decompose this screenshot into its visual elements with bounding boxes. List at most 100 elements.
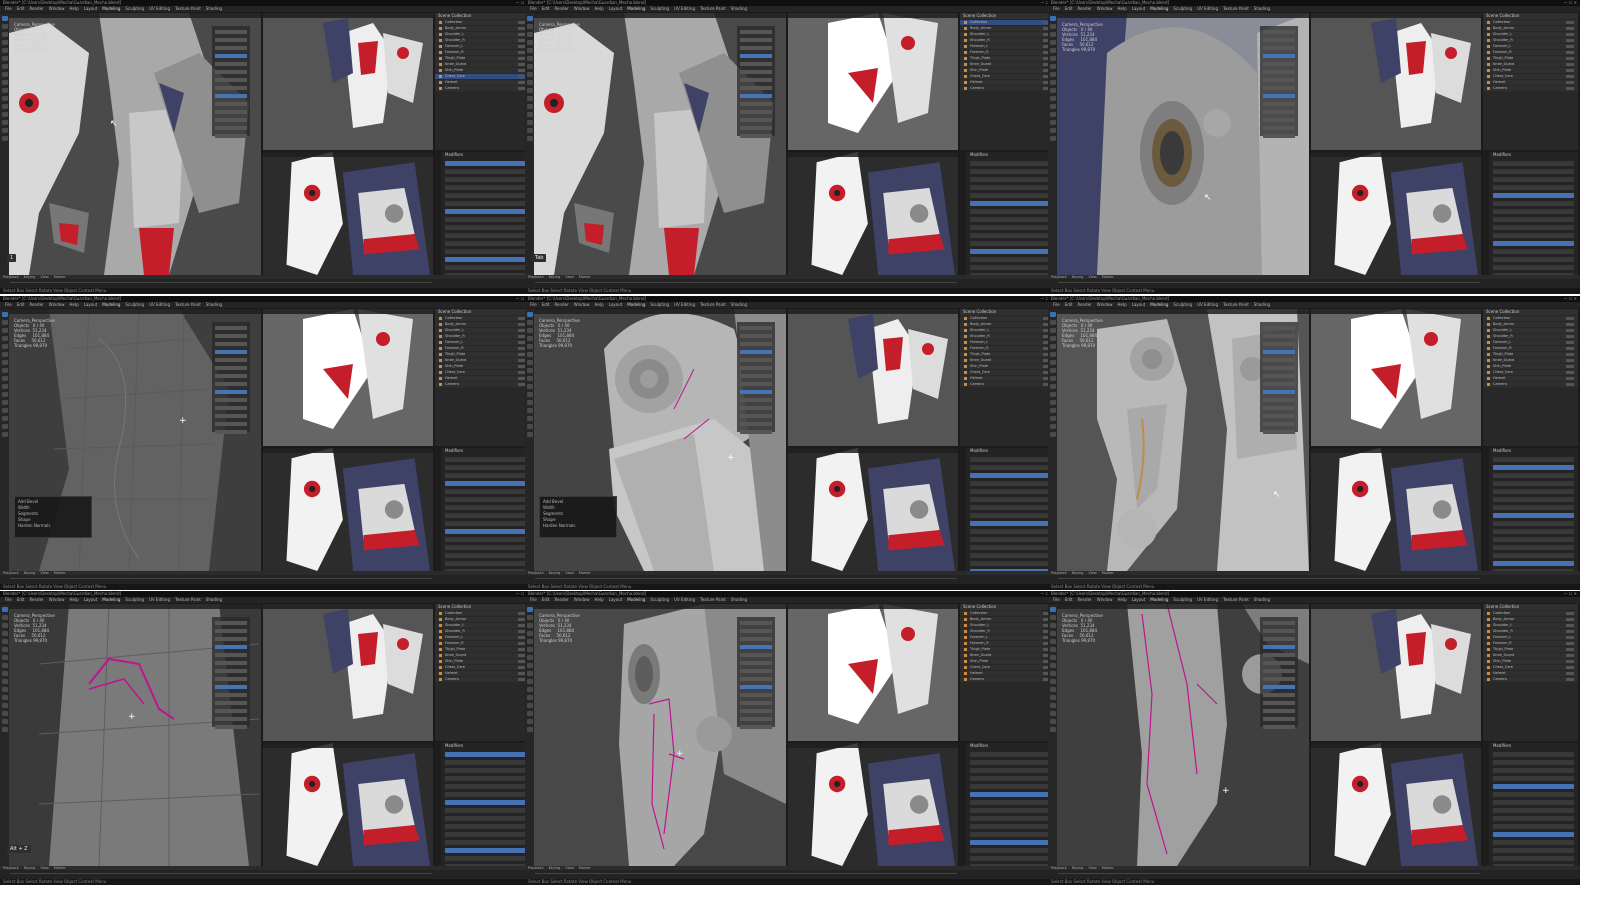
timeline-menu[interactable]: Playback bbox=[528, 275, 544, 279]
n-panel-field[interactable] bbox=[215, 326, 247, 330]
tool-icon[interactable] bbox=[526, 24, 533, 29]
tool-icon[interactable] bbox=[1, 120, 8, 125]
outliner-item[interactable]: Shoulder_R bbox=[1483, 38, 1578, 43]
menu-file[interactable]: File bbox=[5, 6, 12, 11]
n-panel-field[interactable] bbox=[215, 334, 247, 338]
menu-help[interactable]: Help bbox=[594, 6, 603, 11]
n-panel-field[interactable] bbox=[1263, 350, 1295, 354]
property-field[interactable] bbox=[445, 840, 526, 845]
properties-tabs[interactable] bbox=[435, 448, 441, 571]
workspace-tab-texture-paint[interactable]: Texture Paint bbox=[175, 597, 201, 602]
n-panel-field[interactable] bbox=[215, 725, 247, 729]
property-field[interactable] bbox=[445, 856, 526, 861]
property-field[interactable] bbox=[970, 457, 1051, 462]
property-field[interactable] bbox=[1493, 177, 1574, 182]
menu-render[interactable]: Render bbox=[29, 6, 43, 11]
n-panel-field[interactable] bbox=[215, 126, 247, 130]
n-panel-field[interactable] bbox=[740, 701, 772, 705]
workspace-tab-modeling[interactable]: Modeling bbox=[1150, 597, 1168, 602]
outliner-item[interactable]: Shoulder_R bbox=[1483, 629, 1578, 634]
outliner-item[interactable]: Forearm_L bbox=[1483, 44, 1578, 49]
outliner-item[interactable]: Shin_Plate bbox=[1483, 68, 1578, 73]
property-field[interactable] bbox=[445, 760, 526, 765]
tool-icon[interactable] bbox=[526, 16, 533, 21]
n-panel-field[interactable] bbox=[1263, 102, 1295, 106]
reference-viewport-top[interactable] bbox=[788, 309, 958, 446]
timeline-menu[interactable]: View bbox=[1088, 275, 1096, 279]
tool-icon[interactable] bbox=[526, 631, 533, 636]
n-panel-field[interactable] bbox=[740, 94, 772, 98]
outliner-item[interactable]: Forearm_R bbox=[435, 50, 530, 55]
tool-icon[interactable] bbox=[1, 727, 8, 732]
workspace-tab-uv-editing[interactable]: UV Editing bbox=[674, 6, 695, 11]
tool-icon[interactable] bbox=[526, 312, 533, 317]
tool-icon[interactable] bbox=[1, 376, 8, 381]
tool-icon[interactable] bbox=[1049, 344, 1056, 349]
property-field[interactable] bbox=[445, 249, 526, 254]
tool-icon[interactable] bbox=[526, 352, 533, 357]
workspace-tab-shading[interactable]: Shading bbox=[731, 302, 747, 307]
property-field[interactable] bbox=[445, 521, 526, 526]
property-field[interactable] bbox=[445, 241, 526, 246]
tool-icon[interactable] bbox=[1049, 679, 1056, 684]
tool-icon[interactable] bbox=[1049, 663, 1056, 668]
n-panel-field[interactable] bbox=[215, 637, 247, 641]
outliner-item[interactable]: Shoulder_L bbox=[1483, 623, 1578, 628]
timeline-editor[interactable]: Playback Keying View Marker bbox=[1048, 275, 1580, 288]
outliner-item[interactable]: Shoulder_R bbox=[435, 334, 530, 339]
workspace-tab-shading[interactable]: Shading bbox=[1254, 302, 1270, 307]
property-field[interactable] bbox=[1493, 848, 1574, 853]
menu-edit[interactable]: Edit bbox=[542, 302, 550, 307]
outliner-item[interactable]: Shoulder_R bbox=[960, 629, 1055, 634]
property-field[interactable] bbox=[1493, 233, 1574, 238]
n-panel-field[interactable] bbox=[1263, 709, 1295, 713]
tool-icon[interactable] bbox=[1, 16, 8, 21]
tool-icon[interactable] bbox=[1, 96, 8, 101]
timeline-menu[interactable]: Marker bbox=[54, 866, 66, 870]
n-panel-field[interactable] bbox=[1263, 701, 1295, 705]
outliner-item[interactable]: Thigh_Plate bbox=[435, 647, 530, 652]
menu-render[interactable]: Render bbox=[554, 6, 568, 11]
tool-icon[interactable] bbox=[1, 48, 8, 53]
n-panel-field[interactable] bbox=[740, 334, 772, 338]
property-field[interactable] bbox=[970, 537, 1051, 542]
n-panel-field[interactable] bbox=[1263, 94, 1295, 98]
property-field[interactable] bbox=[970, 513, 1051, 518]
visibility-toggle-icon[interactable] bbox=[1566, 666, 1574, 669]
n-panel-field[interactable] bbox=[215, 134, 247, 138]
outliner-item[interactable]: Body_Armor bbox=[1483, 26, 1578, 31]
tool-icon[interactable] bbox=[526, 360, 533, 365]
tool-icon[interactable] bbox=[526, 88, 533, 93]
tool-icon[interactable] bbox=[1049, 32, 1056, 37]
property-field[interactable] bbox=[1493, 760, 1574, 765]
timeline-menu[interactable]: Keying bbox=[1072, 866, 1084, 870]
outliner-item[interactable]: Body_Armor bbox=[960, 26, 1055, 31]
outliner-item[interactable]: Forearm_L bbox=[435, 635, 530, 640]
property-field[interactable] bbox=[1493, 465, 1574, 470]
timeline-menu[interactable]: Playback bbox=[3, 571, 19, 575]
n-panel-field[interactable] bbox=[215, 422, 247, 426]
outliner-item[interactable]: Helmet bbox=[1483, 671, 1578, 676]
n-panel-field[interactable] bbox=[215, 382, 247, 386]
n-panel-field[interactable] bbox=[215, 62, 247, 66]
property-field[interactable] bbox=[1493, 545, 1574, 550]
property-field[interactable] bbox=[970, 776, 1051, 781]
property-field[interactable] bbox=[1493, 776, 1574, 781]
menu-file[interactable]: File bbox=[530, 302, 537, 307]
tool-icon[interactable] bbox=[1, 607, 8, 612]
menu-render[interactable]: Render bbox=[554, 302, 568, 307]
property-field[interactable] bbox=[445, 816, 526, 821]
tool-icon[interactable] bbox=[526, 695, 533, 700]
timeline-menu[interactable]: Keying bbox=[24, 275, 36, 279]
n-panel-field[interactable] bbox=[1263, 693, 1295, 697]
visibility-toggle-icon[interactable] bbox=[1566, 377, 1574, 380]
n-panel-field[interactable] bbox=[740, 422, 772, 426]
tool-icon[interactable] bbox=[1, 695, 8, 700]
tool-icon[interactable] bbox=[1, 56, 8, 61]
property-field[interactable] bbox=[970, 832, 1051, 837]
visibility-toggle-icon[interactable] bbox=[1566, 27, 1574, 30]
outliner-item[interactable]: Shin_Plate bbox=[960, 364, 1055, 369]
property-field[interactable] bbox=[1493, 457, 1574, 462]
outliner-item[interactable]: Body_Armor bbox=[1483, 322, 1578, 327]
tool-icon[interactable] bbox=[1, 408, 8, 413]
